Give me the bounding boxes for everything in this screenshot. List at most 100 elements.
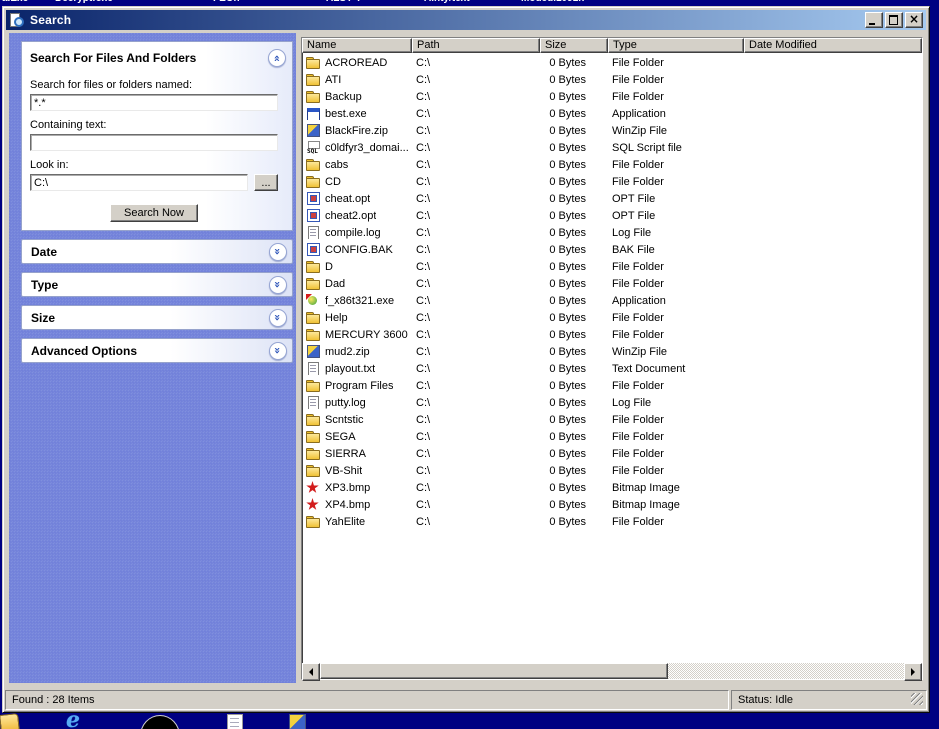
section-date[interactable]: Date [21, 239, 293, 264]
column-header-type[interactable]: Type [608, 38, 744, 53]
file-size: 0 Bytes [540, 125, 608, 137]
table-row[interactable]: putty.log C:\ 0 Bytes Log File [302, 394, 922, 411]
results-header: Name Path Size Type Date Modified [302, 38, 922, 53]
table-row[interactable]: Help C:\ 0 Bytes File Folder [302, 309, 922, 326]
collapse-panel-button[interactable] [268, 49, 286, 67]
file-type: File Folder [608, 278, 744, 290]
expand-section-button[interactable] [269, 243, 287, 261]
scrollbar-thumb[interactable] [320, 663, 668, 679]
column-header-name[interactable]: Name [302, 38, 412, 53]
table-row[interactable]: Dad C:\ 0 Bytes File Folder [302, 275, 922, 292]
file-path: C:\ [412, 125, 540, 137]
file-type: Bitmap Image [608, 482, 744, 494]
horizontal-scrollbar[interactable] [302, 663, 922, 679]
minimize-button[interactable] [865, 12, 883, 28]
table-row[interactable]: c0ldfyr3_domai... C:\ 0 Bytes SQL Script… [302, 139, 922, 156]
table-row[interactable]: cabs C:\ 0 Bytes File Folder [302, 156, 922, 173]
file-path: C:\ [412, 295, 540, 307]
table-row[interactable]: f_x86t321.exe C:\ 0 Bytes Application [302, 292, 922, 309]
column-header-date-modified[interactable]: Date Modified [744, 38, 922, 53]
file-path: C:\ [412, 57, 540, 69]
chevrons-down-icon [272, 347, 283, 354]
expand-section-button[interactable] [269, 276, 287, 294]
table-row[interactable]: SIERRA C:\ 0 Bytes File Folder [302, 445, 922, 462]
expand-section-button[interactable] [269, 342, 287, 360]
table-row[interactable]: MERCURY 3600 C:\ 0 Bytes File Folder [302, 326, 922, 343]
file-size: 0 Bytes [540, 176, 608, 188]
section-type[interactable]: Type [21, 272, 293, 297]
results-list: Name Path Size Type Date Modified ACRORE… [301, 37, 923, 680]
containing-text-label: Containing text: [30, 119, 278, 131]
folder-icon [306, 447, 321, 460]
table-row[interactable]: D C:\ 0 Bytes File Folder [302, 258, 922, 275]
file-path: C:\ [412, 142, 540, 154]
scroll-left-button[interactable] [302, 663, 320, 681]
desktop-icon-label[interactable]: Modedl1091n [521, 0, 584, 4]
file-path: C:\ [412, 499, 540, 511]
table-row[interactable]: mud2.zip C:\ 0 Bytes WinZip File [302, 343, 922, 360]
close-button[interactable] [905, 12, 923, 28]
table-row[interactable]: cheat.opt C:\ 0 Bytes OPT File [302, 190, 922, 207]
search-pane: Search For Files And Folders Search for … [9, 33, 296, 683]
containing-text-input[interactable] [30, 134, 278, 151]
resize-grip[interactable] [911, 693, 923, 705]
file-name: BlackFire.zip [325, 125, 388, 137]
file-name: f_x86t321.exe [325, 295, 394, 307]
search-now-button[interactable]: Search Now [110, 204, 198, 222]
results-body: ACROREAD C:\ 0 Bytes File Folder ATI C:\… [302, 53, 922, 666]
table-row[interactable]: SEGA C:\ 0 Bytes File Folder [302, 428, 922, 445]
table-row[interactable]: YahElite C:\ 0 Bytes File Folder [302, 513, 922, 530]
section-advanced-options[interactable]: Advanced Options [21, 338, 293, 363]
winzip-icon[interactable] [289, 714, 306, 729]
log-icon [306, 396, 321, 409]
column-header-path[interactable]: Path [412, 38, 540, 53]
table-row[interactable]: Program Files C:\ 0 Bytes File Folder [302, 377, 922, 394]
file-name: ACROREAD [325, 57, 387, 69]
scroll-right-button[interactable] [904, 663, 922, 681]
table-row[interactable]: CONFIG.BAK C:\ 0 Bytes BAK File [302, 241, 922, 258]
look-in-input[interactable] [30, 174, 248, 191]
named-input[interactable] [30, 94, 278, 111]
file-name: D [325, 261, 333, 273]
maximize-button[interactable] [885, 12, 903, 28]
desktop-icon-label[interactable]: ALSY-T [326, 0, 362, 4]
title-bar[interactable]: Search [6, 10, 926, 30]
desktop-icon-label[interactable]: a.Exe [2, 0, 28, 4]
table-row[interactable]: BlackFire.zip C:\ 0 Bytes WinZip File [302, 122, 922, 139]
column-header-size[interactable]: Size [540, 38, 608, 53]
table-row[interactable]: cheat2.opt C:\ 0 Bytes OPT File [302, 207, 922, 224]
media-player-icon[interactable] [140, 715, 180, 729]
status-state: Status: Idle [731, 690, 927, 710]
chevrons-down-icon [272, 248, 283, 255]
desktop-icon-label[interactable]: FEOn [213, 0, 240, 4]
file-path: C:\ [412, 312, 540, 324]
file-path: C:\ [412, 244, 540, 256]
table-row[interactable]: ATI C:\ 0 Bytes File Folder [302, 71, 922, 88]
table-row[interactable]: CD C:\ 0 Bytes File Folder [302, 173, 922, 190]
internet-explorer-icon[interactable]: e [66, 713, 94, 729]
table-row[interactable]: XP4.bmp C:\ 0 Bytes Bitmap Image [302, 496, 922, 513]
file-type: File Folder [608, 465, 744, 477]
desktop-icon-label[interactable]: Decryptfox6 [55, 0, 113, 4]
table-row[interactable]: XP3.bmp C:\ 0 Bytes Bitmap Image [302, 479, 922, 496]
file-name: mud2.zip [325, 346, 370, 358]
browse-button[interactable]: ... [254, 174, 278, 191]
file-path: C:\ [412, 516, 540, 528]
table-row[interactable]: Backup C:\ 0 Bytes File Folder [302, 88, 922, 105]
table-row[interactable]: compile.log C:\ 0 Bytes Log File [302, 224, 922, 241]
file-type: File Folder [608, 261, 744, 273]
table-row[interactable]: VB-Shit C:\ 0 Bytes File Folder [302, 462, 922, 479]
triangle-left-icon [309, 668, 313, 676]
table-row[interactable]: playout.txt C:\ 0 Bytes Text Document [302, 360, 922, 377]
desktop-icon-label[interactable]: Ainty/text [424, 0, 470, 4]
table-row[interactable]: ACROREAD C:\ 0 Bytes File Folder [302, 54, 922, 71]
table-row[interactable]: best.exe C:\ 0 Bytes Application [302, 105, 922, 122]
sql-icon [306, 141, 321, 154]
file-size: 0 Bytes [540, 261, 608, 273]
table-row[interactable]: Scntstic C:\ 0 Bytes File Folder [302, 411, 922, 428]
document-icon[interactable] [227, 714, 243, 729]
file-path: C:\ [412, 176, 540, 188]
section-size[interactable]: Size [21, 305, 293, 330]
folder-icon[interactable] [0, 713, 20, 729]
expand-section-button[interactable] [269, 309, 287, 327]
